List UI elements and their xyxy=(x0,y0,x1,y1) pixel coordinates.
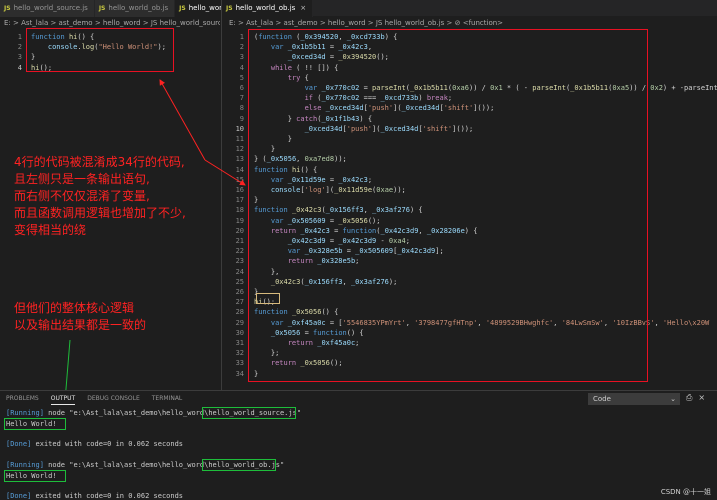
running-tag: [Running] xyxy=(6,409,44,417)
done-tag: [Done] xyxy=(6,440,32,448)
source-file-highlight xyxy=(202,407,296,419)
annotation-line: 但他们的整体核心逻辑 xyxy=(14,301,135,315)
annotation-line: 而且函数调用逻辑也增加了不少, xyxy=(14,206,186,220)
done-text: exited with code=0 in 0.062 seconds xyxy=(31,440,184,448)
close-icon[interactable]: × xyxy=(698,393,705,403)
lock-icon[interactable]: ⎙ xyxy=(686,393,692,403)
output-done-2: [Done] exited with code=0 in 0.062 secon… xyxy=(6,491,183,500)
output-channel-value: Code xyxy=(593,395,611,403)
output-channel-select[interactable]: Code ⌄ xyxy=(588,393,680,405)
watermark: CSDN @十一姐 xyxy=(660,488,711,496)
done-text: exited with code=0 in 0.062 seconds xyxy=(31,492,184,500)
run2-prefix: node "e:\Ast_lala\ast_demo\hello_word\ xyxy=(43,461,209,469)
result-1-highlight xyxy=(4,418,66,430)
output-panel: PROBLEMS OUTPUT DEBUG CONSOLE TERMINAL Code… xyxy=(0,390,717,500)
panel-tab-problems[interactable]: PROBLEMS xyxy=(6,395,39,405)
run1-prefix: node "e:\Ast_lala\ast_demo\hello_word\ xyxy=(43,409,209,417)
annotation-line: 以及输出结果都是一致的 xyxy=(14,318,147,332)
arrow-to-left-code xyxy=(159,79,206,161)
panel-tabs: PROBLEMS OUTPUT DEBUG CONSOLE TERMINAL xyxy=(6,395,182,405)
annotation-line: 变得相当的绕 xyxy=(14,223,87,237)
result-2-highlight xyxy=(4,470,66,482)
running-tag: [Running] xyxy=(6,461,44,469)
panel-tab-debug-console[interactable]: DEBUG CONSOLE xyxy=(87,395,140,405)
run2-suffix: " xyxy=(279,461,285,469)
ob-file-highlight xyxy=(202,459,276,471)
chevron-down-icon: ⌄ xyxy=(670,395,676,403)
annotation-obfuscation-note: 4行的代码被混淆成34行的代码, 且左侧只是一条输出语句, 而右侧不仅仅混淆了变量,… xyxy=(14,154,186,239)
annotation-line: 且左侧只是一条输出语句, xyxy=(14,172,150,186)
done-tag: [Done] xyxy=(6,492,32,500)
annotation-same-logic-note: 但他们的整体核心逻辑 以及输出结果都是一致的 xyxy=(14,300,146,334)
panel-tab-terminal[interactable]: TERMINAL xyxy=(152,395,183,405)
annotation-line: 4行的代码被混淆成34行的代码, xyxy=(14,155,185,169)
output-done-1: [Done] exited with code=0 in 0.062 secon… xyxy=(6,439,183,449)
panel-tab-output[interactable]: OUTPUT xyxy=(50,395,76,405)
run1-suffix: " xyxy=(296,409,302,417)
panel-actions: ⎙ × xyxy=(686,393,705,403)
arrow-to-right-code xyxy=(204,159,246,186)
annotation-line: 而右侧不仅仅混淆了变量, xyxy=(14,189,150,203)
